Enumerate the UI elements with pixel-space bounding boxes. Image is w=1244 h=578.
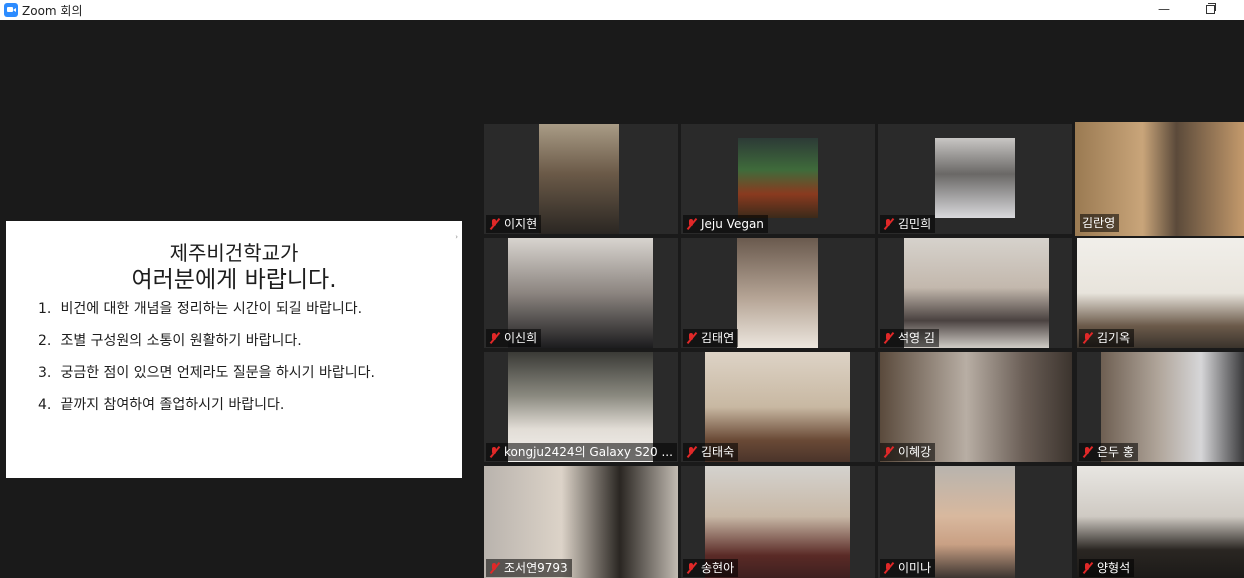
slide-list-item: 2. 조별 구성원의 소통이 원활하기 바랍니다. [38,333,302,349]
participant-name-label: 김태숙 [683,443,739,461]
muted-mic-icon [882,218,894,230]
chevron-right-icon: › [455,233,458,241]
participant-tile[interactable]: 김태숙 [681,352,875,462]
muted-mic-icon [685,446,697,458]
muted-mic-icon [488,218,500,230]
participant-name-label: Jeju Vegan [683,215,768,233]
restore-icon [1205,3,1216,14]
slide-heading-line2: 여러분에게 바랍니다. [131,267,337,293]
muted-mic-icon [488,562,500,574]
participant-tile[interactable]: 김기옥 [1077,238,1244,348]
participant-tile[interactable]: 양형석 [1077,466,1244,578]
participant-tile[interactable]: 이미나 [878,466,1072,578]
participant-name-label: kongju2424의 Galaxy S20 ... [486,443,677,461]
muted-mic-icon [488,332,500,344]
participant-video [737,238,818,348]
participant-name-label: 김민희 [880,215,936,233]
slide-list: 1. 비건에 대한 개념을 정리하는 시간이 되길 바랍니다. 2. 조별 구성… [38,293,375,421]
participant-tile[interactable]: 이혜강 [878,352,1072,462]
muted-mic-icon [882,446,894,458]
participant-name-label: 석영 김 [880,329,939,347]
participant-name-label: 이혜강 [880,443,936,461]
zoom-icon [4,3,18,17]
muted-mic-icon [1081,332,1093,344]
restore-button[interactable] [1190,0,1230,20]
muted-mic-icon [488,446,500,458]
participant-name-label: 김란영 [1080,214,1120,232]
participant-name-label: 은두 홍 [1079,443,1138,461]
participant-video [935,466,1015,578]
participant-tile[interactable]: 석영 김 [878,238,1072,348]
muted-mic-icon [1081,446,1093,458]
participant-name-label: 송현아 [683,559,739,577]
participant-tile[interactable]: 은두 홍 [1077,352,1244,462]
participant-tile[interactable]: 이신희 [484,238,678,348]
participant-tile[interactable]: 김태연 [681,238,875,348]
participant-tile[interactable]: Jeju Vegan [681,124,875,234]
participant-name-label: 이미나 [880,559,936,577]
participant-tile[interactable]: 조서연9793 [484,466,678,578]
participant-tile[interactable]: 송현아 [681,466,875,578]
participant-video [935,138,1015,218]
participant-name-label: 이지현 [486,215,542,233]
participant-tile[interactable]: kongju2424의 Galaxy S20 ... [484,352,678,462]
minimize-button[interactable]: — [1144,0,1184,20]
participant-video [539,124,619,234]
muted-mic-icon [685,562,697,574]
muted-mic-icon [685,332,697,344]
participant-name-label: 이신희 [486,329,542,347]
participant-name-label: 조서연9793 [486,559,572,577]
participant-video [738,138,818,218]
muted-mic-icon [882,562,894,574]
slide-list-item: 3. 궁금한 점이 있으면 언제라도 질문을 하시기 바랍니다. [38,365,375,381]
muted-mic-icon [1081,562,1093,574]
participant-tile-active-speaker[interactable]: 김란영 [1075,122,1244,236]
window-title: Zoom 회의 [22,4,83,18]
muted-mic-icon [882,332,894,344]
slide-list-item: 1. 비건에 대한 개념을 정리하는 시간이 되길 바랍니다. [38,301,363,317]
shared-screen: 제주비건학교가 여러분에게 바랍니다. › 1. 비건에 대한 개념을 정리하는… [6,221,462,478]
participant-tile[interactable]: 이지현 [484,124,678,234]
muted-mic-icon [685,218,697,230]
participant-tile[interactable]: 김민희 [878,124,1072,234]
participant-name-label: 양형석 [1079,559,1135,577]
participant-name-label: 김태연 [683,329,739,347]
participant-name-label: 김기옥 [1079,329,1135,347]
slide-list-item: 4. 끝까지 참여하여 졸업하시기 바랍니다. [38,397,285,413]
window-titlebar: Zoom 회의 — [0,0,1244,20]
